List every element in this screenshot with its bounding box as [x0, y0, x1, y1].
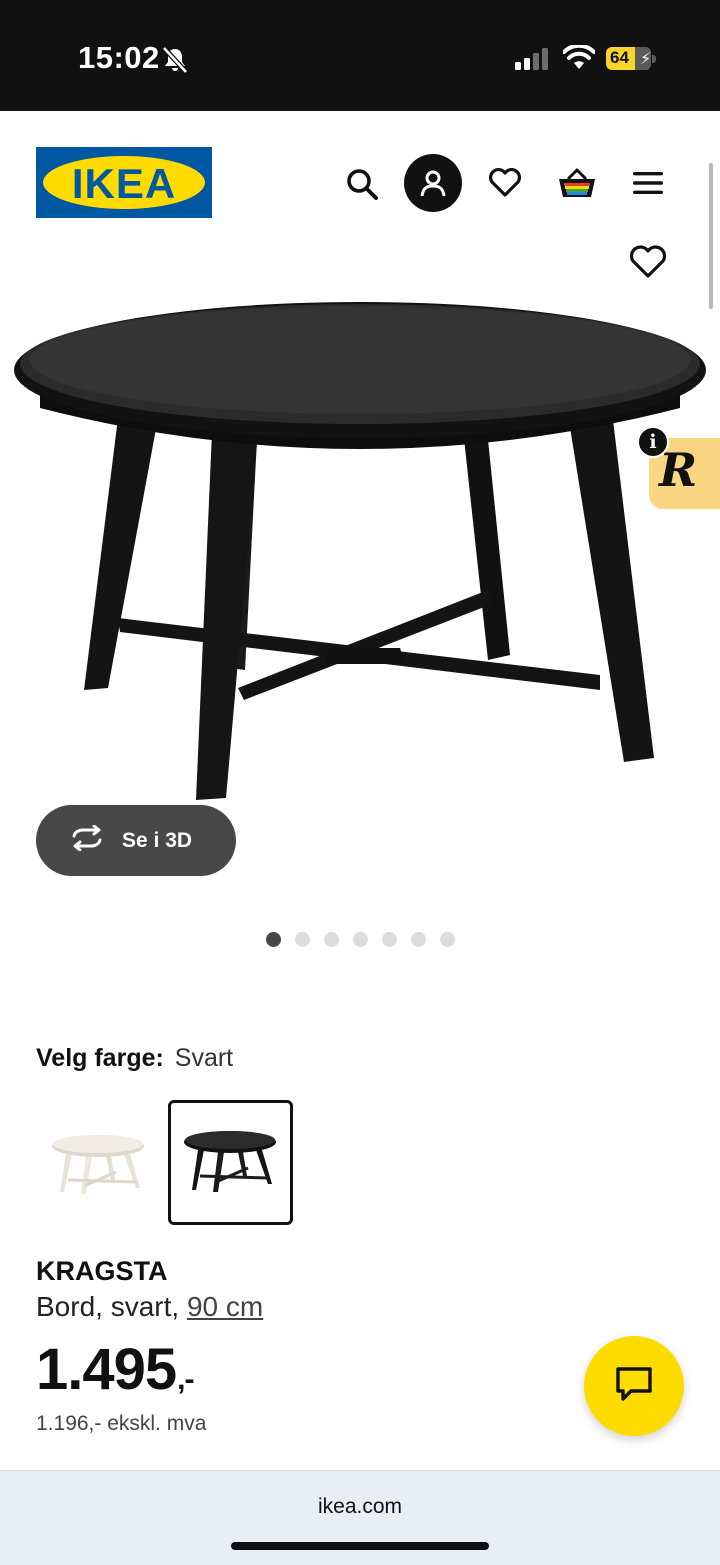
heart-icon[interactable] [485, 163, 525, 203]
product-name: KRAGSTA [36, 1256, 168, 1286]
carousel-dot[interactable] [266, 932, 281, 947]
product-image[interactable] [0, 251, 720, 851]
carousel-dot[interactable] [353, 932, 368, 947]
add-to-wishlist-icon[interactable] [628, 244, 668, 285]
status-bar: 15:02 64 ⚡ [0, 0, 720, 111]
color-label: Velg farge: [36, 1044, 164, 1072]
rotate-icon [68, 824, 106, 856]
account-icon[interactable] [404, 154, 462, 212]
wifi-icon [562, 43, 596, 76]
browser-url[interactable]: ikea.com [0, 1495, 720, 1519]
color-swatch-black[interactable] [168, 1100, 293, 1225]
search-icon[interactable] [341, 163, 383, 205]
info-icon[interactable]: i [637, 426, 669, 458]
product-desc-text: Bord, svart, [36, 1291, 187, 1322]
product-price: 1.495,- [36, 1336, 195, 1403]
chat-icon [615, 1366, 653, 1407]
signal-icon [515, 48, 551, 75]
price-value: 1.495 [36, 1337, 177, 1402]
browser-address-bar[interactable]: ikea.com [0, 1470, 720, 1565]
view-3d-label: Se i 3D [122, 828, 193, 852]
bell-slash-icon [162, 46, 188, 79]
carousel-dot[interactable] [440, 932, 455, 947]
status-time: 15:02 [78, 40, 160, 75]
color-value: Svart [174, 1044, 234, 1072]
product-size-link[interactable]: 90 cm [187, 1291, 263, 1322]
carousel-dot[interactable] [295, 932, 310, 947]
carousel-dot[interactable] [324, 932, 339, 947]
home-indicator[interactable] [231, 1542, 489, 1550]
price-suffix: ,- [177, 1363, 194, 1396]
cart-icon[interactable] [555, 163, 599, 203]
price-excl-vat: 1.196,- ekskl. mva [36, 1412, 207, 1435]
view-3d-button[interactable]: Se i 3D [36, 805, 236, 876]
battery-charging-icon: 64 ⚡ [606, 47, 656, 70]
carousel-dot[interactable] [382, 932, 397, 947]
menu-icon[interactable] [630, 166, 666, 200]
chat-button[interactable] [584, 1336, 684, 1436]
color-selector-label: Velg farge: Svart [36, 1044, 233, 1073]
ikea-logo[interactable]: IKEA [36, 147, 212, 218]
carousel-dots [266, 932, 455, 947]
site-header: IKEA [0, 111, 720, 251]
carousel-dot[interactable] [411, 932, 426, 947]
color-swatch-white[interactable] [36, 1100, 161, 1225]
product-description: Bord, svart, 90 cm [36, 1291, 263, 1323]
battery-level: 64 [610, 48, 629, 67]
